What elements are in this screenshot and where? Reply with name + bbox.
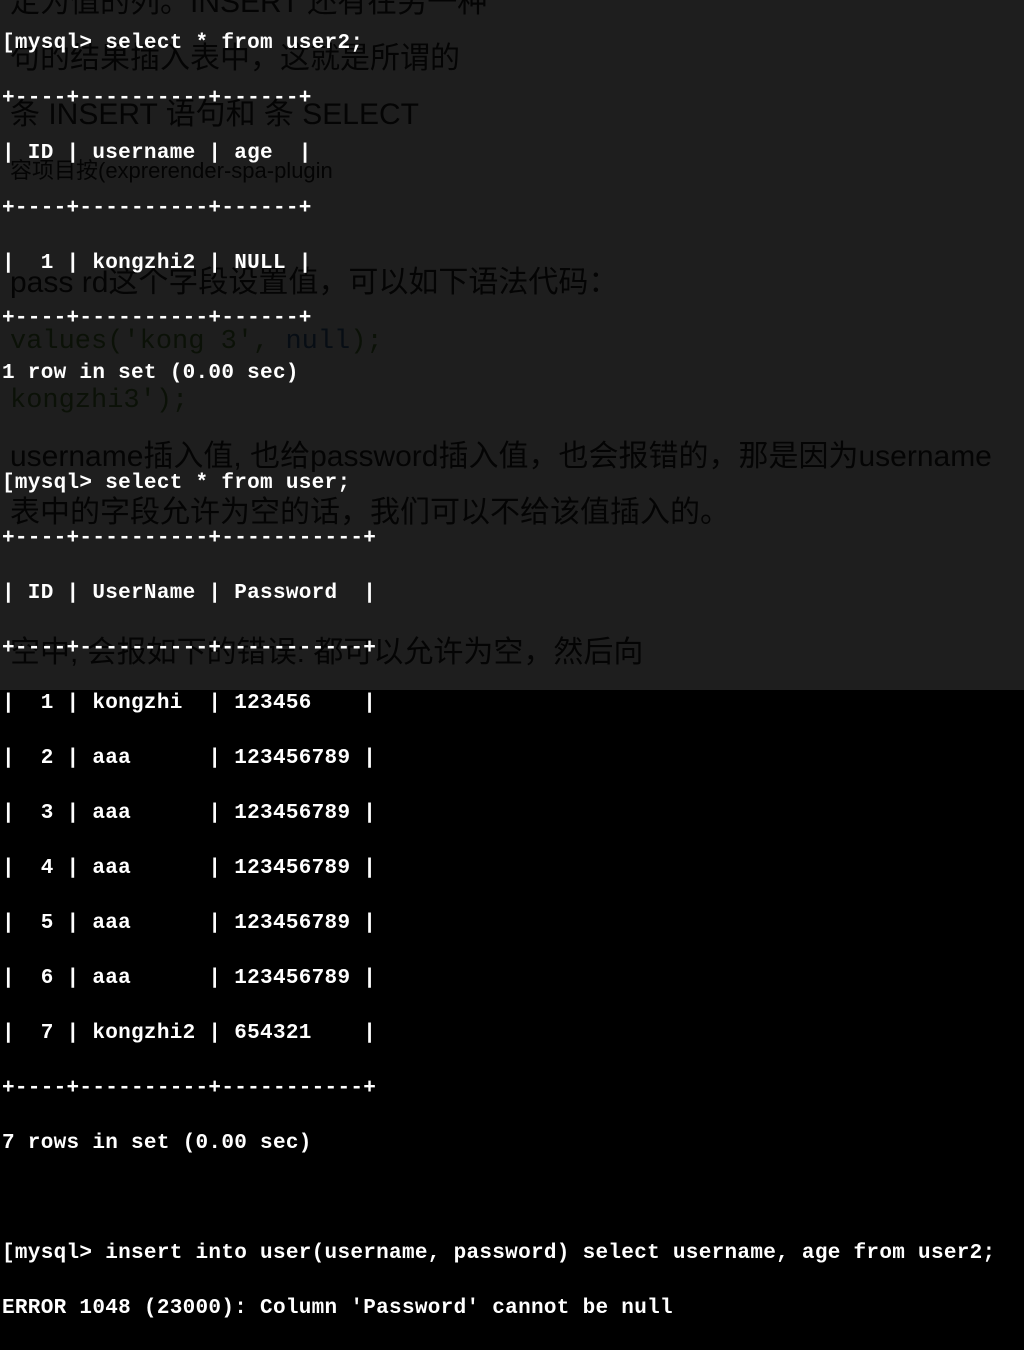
table-separator: +----+----------+------+ xyxy=(2,195,1024,223)
table-row: | 4 | aaa | 123456789 | xyxy=(2,855,1024,883)
table-separator: +----+----------+-----------+ xyxy=(2,635,1024,663)
error-message: ERROR 1048 (23000): Column 'Password' ca… xyxy=(2,1295,1024,1323)
table-row: | 7 | kongzhi2 | 654321 | xyxy=(2,1020,1024,1048)
table-row: | 2 | aaa | 123456789 | xyxy=(2,745,1024,773)
table-row: | 1 | kongzhi | 123456 | xyxy=(2,690,1024,718)
sql-query-2: [mysql> select * from user; xyxy=(2,470,1024,498)
table-separator: +----+----------+-----------+ xyxy=(2,1075,1024,1103)
result-summary-1: 1 row in set (0.00 sec) xyxy=(2,360,1024,388)
sql-query-3: [mysql> insert into user(username, passw… xyxy=(2,1240,1024,1268)
table-row: | 5 | aaa | 123456789 | xyxy=(2,910,1024,938)
table-header-user2: | ID | username | age | xyxy=(2,140,1024,168)
blank-line xyxy=(2,415,1024,443)
table-row: | 3 | aaa | 123456789 | xyxy=(2,800,1024,828)
table-row: | 1 | kongzhi2 | NULL | xyxy=(2,250,1024,278)
table-separator: +----+----------+-----------+ xyxy=(2,525,1024,553)
table-separator: +----+----------+------+ xyxy=(2,305,1024,333)
table-separator: +----+----------+------+ xyxy=(2,85,1024,113)
result-summary-2: 7 rows in set (0.00 sec) xyxy=(2,1130,1024,1158)
terminal-window[interactable]: [mysql> select * from user2; +----+-----… xyxy=(0,0,1024,690)
sql-query-1: [mysql> select * from user2; xyxy=(2,30,1024,58)
blank-line xyxy=(2,1185,1024,1213)
table-row: | 6 | aaa | 123456789 | xyxy=(2,965,1024,993)
table-header-user: | ID | UserName | Password | xyxy=(2,580,1024,608)
